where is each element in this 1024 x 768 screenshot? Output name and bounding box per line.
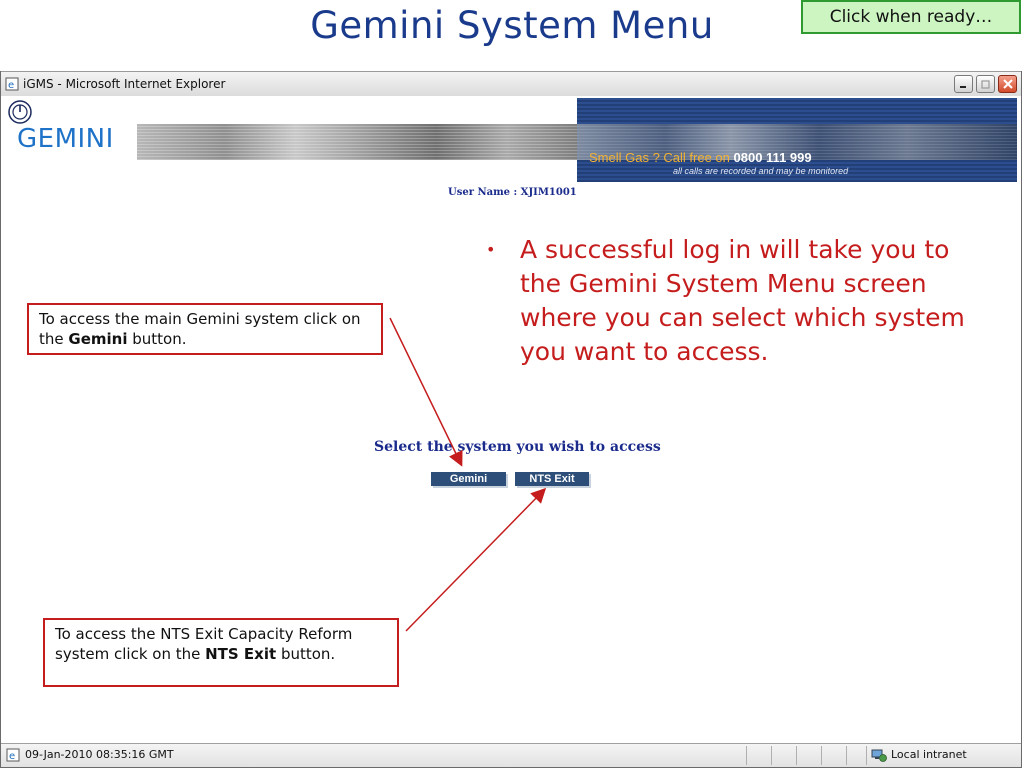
- status-divider: [846, 746, 847, 765]
- browser-statusbar: e 09-Jan-2010 08:35:16 GMT Local intrane…: [1, 743, 1021, 767]
- click-when-ready-button[interactable]: Click when ready…: [801, 0, 1021, 34]
- status-divider: [821, 746, 822, 765]
- gemini-banner: Smell Gas ? Call free on 0800 111 999 al…: [137, 98, 1017, 182]
- status-divider: [746, 746, 747, 765]
- security-zone-label: Local intranet: [891, 748, 967, 761]
- svg-text:e: e: [9, 751, 15, 762]
- callout-nts-bold: NTS Exit: [205, 645, 277, 663]
- internet-explorer-icon: e: [5, 77, 19, 91]
- callout-gemini-bold: Gemini: [68, 330, 128, 348]
- user-name-label: User Name : XJIM1001: [448, 187, 577, 198]
- callout-nts-suffix: button.: [276, 645, 336, 663]
- bullet-dot: •: [486, 240, 496, 259]
- bullet-text: A successful log in will take you to the…: [520, 235, 965, 366]
- close-button[interactable]: [998, 75, 1017, 93]
- recorded-calls-note: all calls are recorded and may be monito…: [673, 166, 849, 176]
- callout-gemini: To access the main Gemini system click o…: [27, 303, 383, 355]
- svg-text:e: e: [8, 80, 14, 91]
- close-icon: [1002, 79, 1013, 89]
- phone-number: 0800 111 999: [733, 150, 812, 165]
- callout-nts-exit: To access the NTS Exit Capacity Reform s…: [43, 618, 399, 687]
- status-divider: [866, 746, 867, 765]
- status-divider: [771, 746, 772, 765]
- nts-exit-button[interactable]: NTS Exit: [515, 472, 589, 486]
- maximize-button[interactable]: [976, 75, 995, 93]
- status-timestamp: 09-Jan-2010 08:35:16 GMT: [25, 748, 174, 761]
- gemini-logo: GEMINI: [17, 124, 114, 154]
- gemini-button[interactable]: Gemini: [431, 472, 506, 486]
- callout-gemini-suffix: button.: [127, 330, 187, 348]
- page-loaded-icon: e: [6, 748, 20, 765]
- browser-titlebar: e iGMS - Microsoft Internet Explorer: [1, 71, 1021, 97]
- select-system-prompt: Select the system you wish to access: [374, 439, 661, 455]
- browser-title: iGMS - Microsoft Internet Explorer: [23, 77, 226, 91]
- minimize-button[interactable]: [954, 75, 973, 93]
- smell-gas-notice: Smell Gas ? Call free on 0800 111 999: [589, 150, 812, 165]
- status-divider: [796, 746, 797, 765]
- local-intranet-icon: [871, 747, 887, 766]
- smell-gas-text: Smell Gas ? Call free on: [589, 150, 734, 165]
